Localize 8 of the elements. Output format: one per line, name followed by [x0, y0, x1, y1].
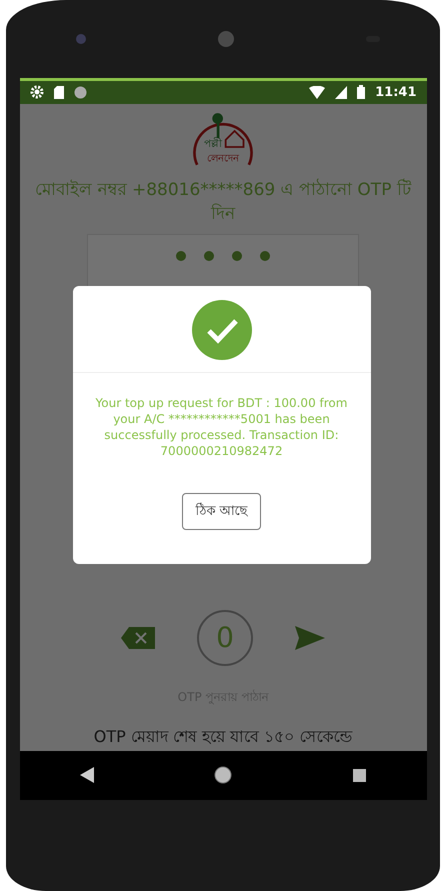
clock-time: 11:41 [375, 84, 416, 100]
dialog-message: Your top up request for BDT : 100.00 from your A/C ************5001 has been successfully processed. Transaction ID: 7000000210982472 [94, 394, 348, 458]
logo-subtitle: লেনদেন [207, 152, 239, 164]
expiry-text: OTP মেয়াদ শেষ হয়ে যাবে ১৫০ সেকেন্ডে [94, 726, 352, 748]
instruction-text: মোবাইল নম্বর +88016*****869 এ পাঠানো OTP টি দিন [34, 178, 412, 226]
ok-button[interactable]: ঠিক আছে [182, 492, 261, 530]
logo-title: পল্লী [204, 136, 222, 150]
digit-key[interactable]: 0 [197, 610, 253, 666]
